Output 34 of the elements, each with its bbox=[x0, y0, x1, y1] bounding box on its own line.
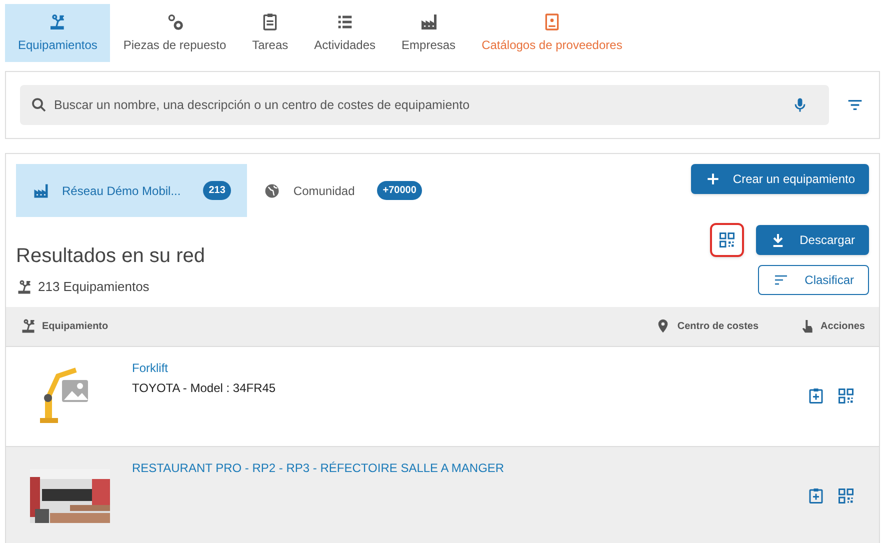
create-button[interactable]: Crear un equipamiento bbox=[690, 164, 869, 194]
search-field[interactable]: Buscar un nombre, una descripción o un centro de costes de equipamiento bbox=[20, 85, 829, 125]
equipment-description: TOYOTA - Model : 34FR45 bbox=[132, 380, 277, 396]
equipment-link[interactable]: RESTAURANT PRO - RP2 - RP3 - RÉFECTOIRE SALLE A MANGER bbox=[132, 458, 504, 476]
plus-icon bbox=[704, 171, 721, 187]
nav-tab[interactable]: Empresas bbox=[388, 4, 469, 62]
nav-tab[interactable]: Piezas de repuesto bbox=[110, 4, 240, 62]
factory-icon bbox=[418, 12, 439, 32]
column-header: Acciones bbox=[820, 320, 865, 334]
equipment-link[interactable]: Forklift bbox=[132, 358, 168, 376]
qr-code-icon[interactable] bbox=[837, 487, 855, 505]
count-badge: +70000 bbox=[376, 181, 422, 200]
download-button[interactable]: Descargar bbox=[756, 225, 869, 255]
qr-code-icon bbox=[718, 231, 736, 249]
factory-icon bbox=[32, 182, 50, 200]
results-title: Resultados en su red bbox=[16, 244, 206, 269]
nav-tab[interactable]: Catálogos de proveedores bbox=[468, 4, 636, 62]
globe-icon bbox=[263, 182, 282, 200]
column-header: Centro de costes bbox=[677, 320, 759, 334]
column-header: Equipamiento bbox=[42, 320, 108, 334]
scope-tab[interactable]: Réseau Démo Mobil... 213 bbox=[16, 164, 248, 217]
qr-code-button[interactable] bbox=[710, 223, 744, 257]
nav-tab[interactable]: Actividades bbox=[301, 4, 389, 62]
add-task-icon[interactable] bbox=[807, 487, 825, 505]
scope-tab[interactable]: Comunidad +70000 bbox=[247, 164, 438, 217]
results-count: 213 Equipamientos bbox=[38, 278, 150, 296]
qr-code-icon[interactable] bbox=[837, 387, 855, 405]
table-row[interactable]: RESTAURANT PRO - RP2 - RP3 - RÉFECTOIRE SALLE A MANGER bbox=[6, 446, 879, 543]
add-task-icon[interactable] bbox=[807, 387, 825, 405]
nav-tab[interactable]: Tareas bbox=[239, 4, 302, 62]
nav-tab[interactable]: Equipamientos bbox=[5, 4, 110, 62]
sort-button[interactable]: Clasificar bbox=[758, 265, 869, 295]
count-badge: 213 bbox=[202, 181, 232, 200]
search-icon bbox=[30, 96, 48, 114]
